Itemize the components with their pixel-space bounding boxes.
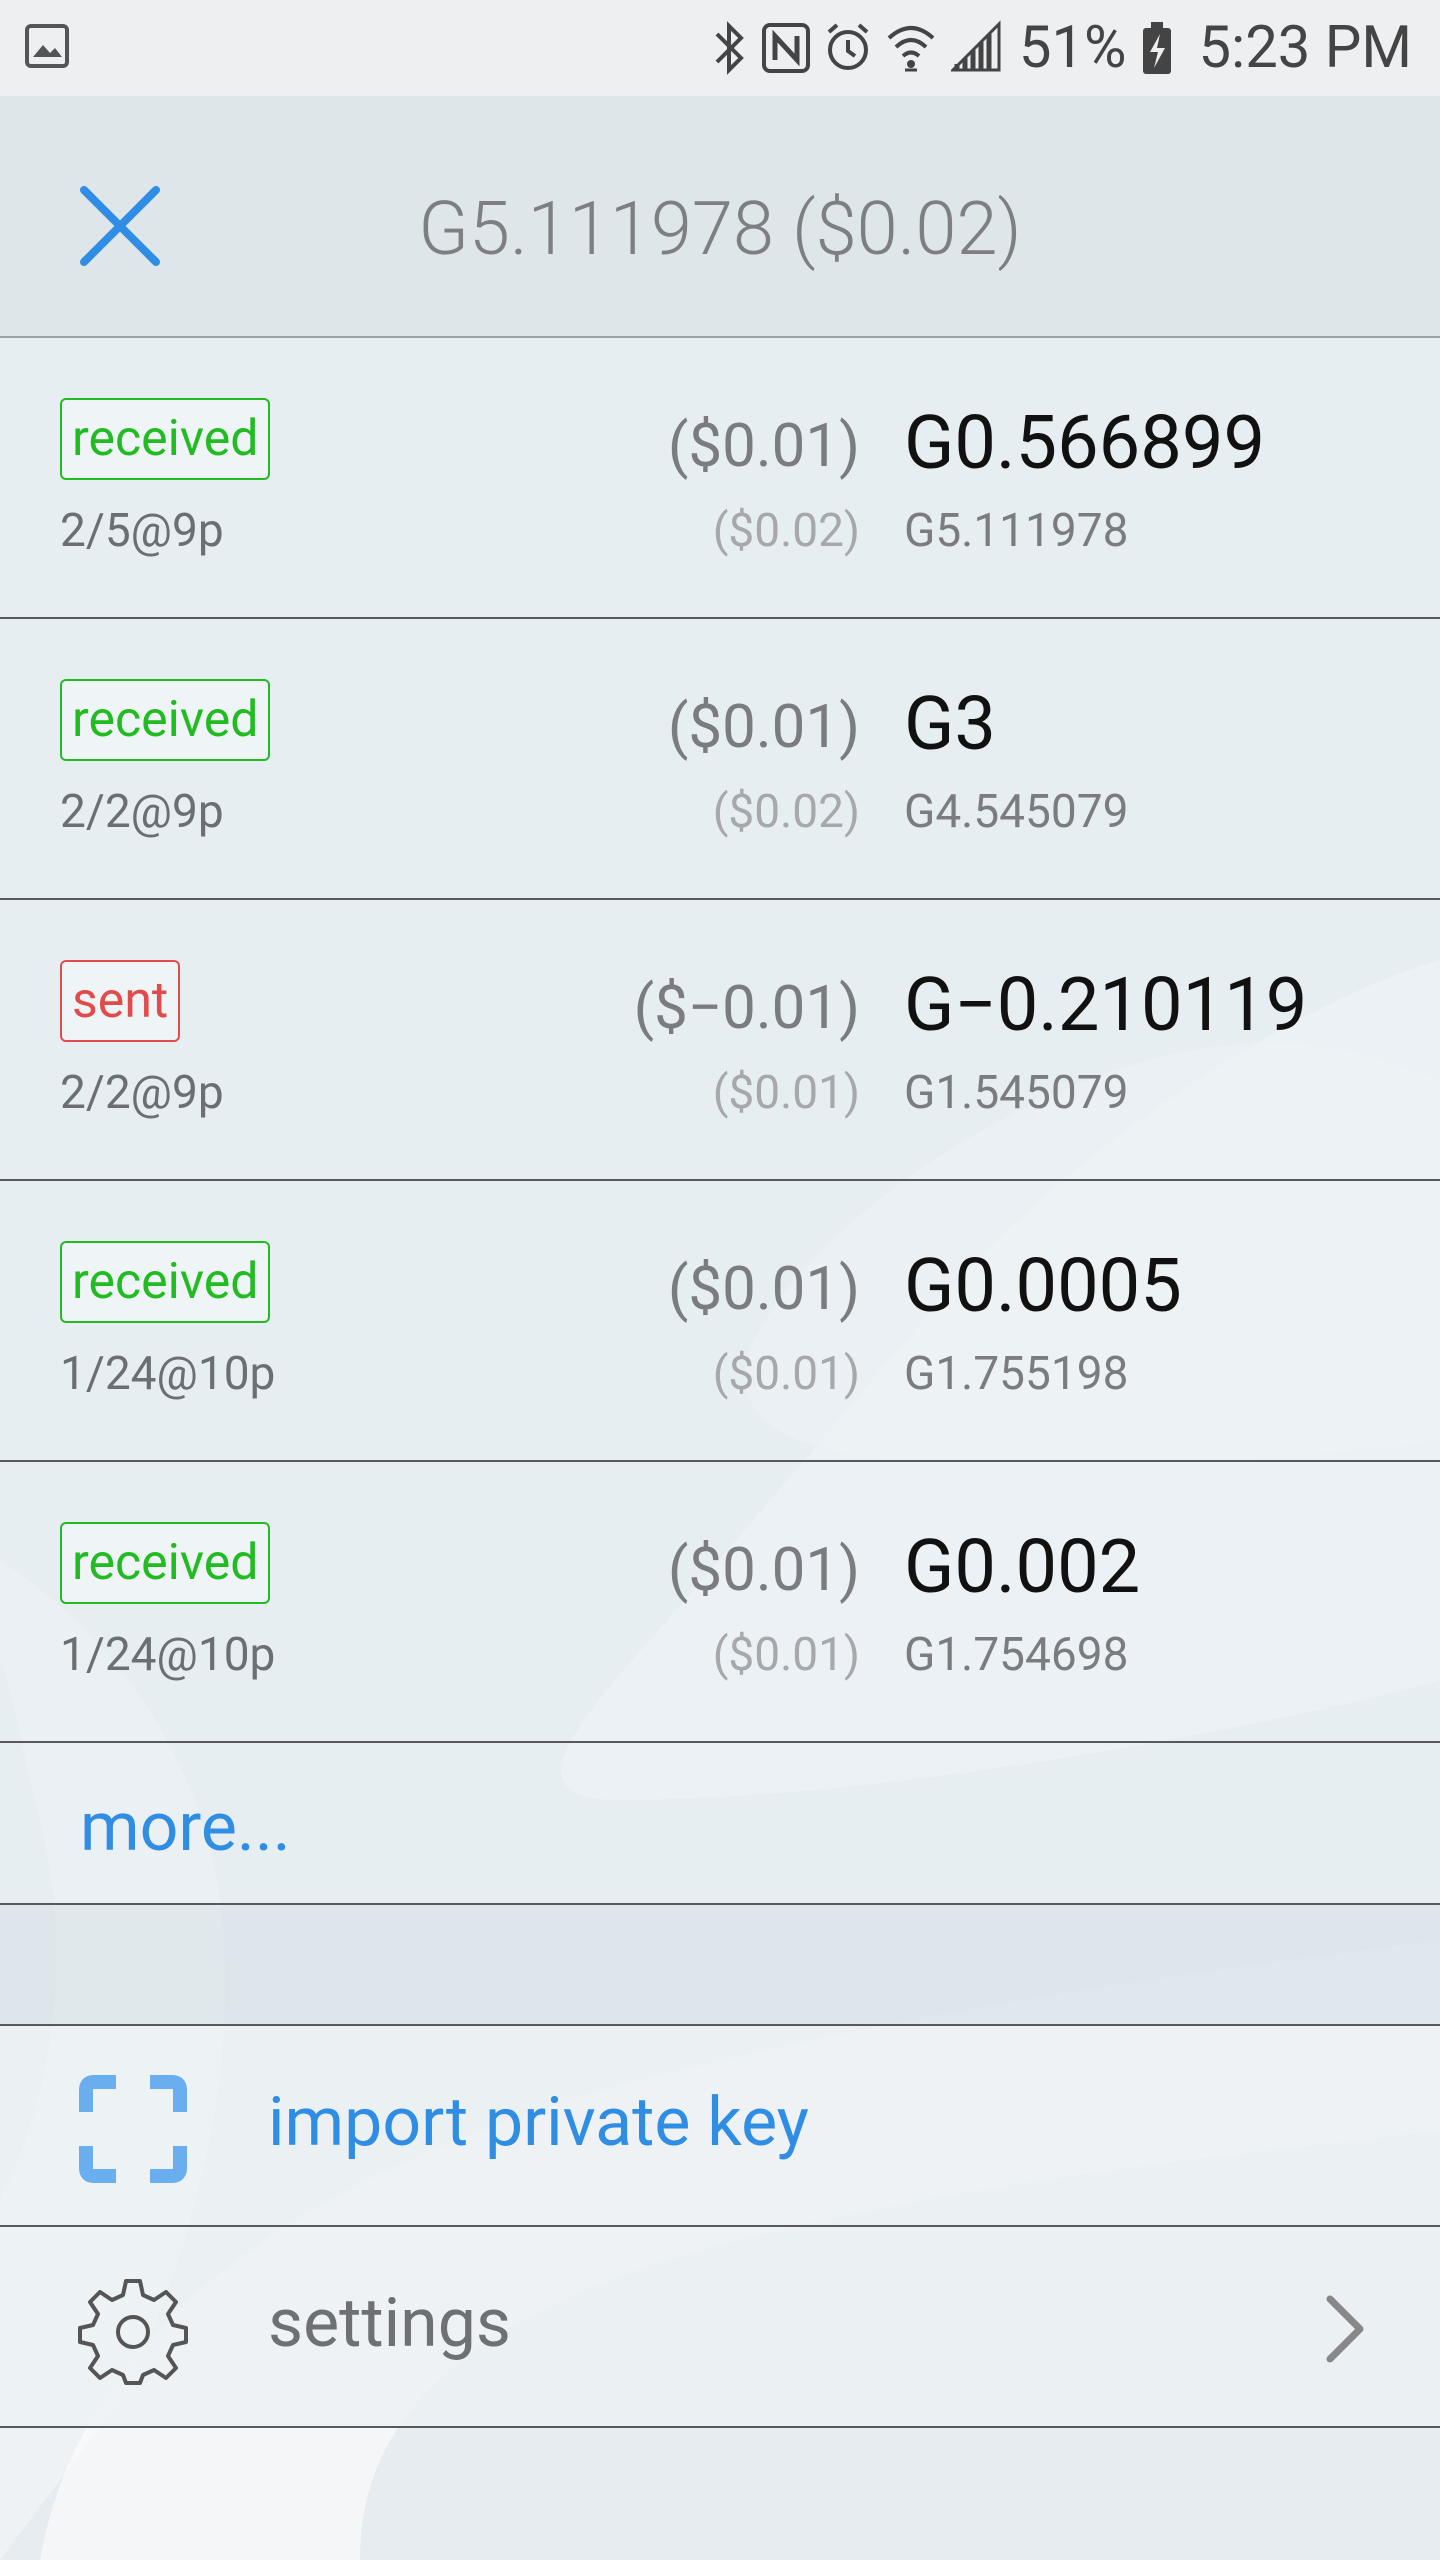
transaction-amount: G3	[904, 681, 996, 768]
status-badge: received	[60, 1522, 271, 1604]
status-badge: received	[60, 679, 271, 761]
transaction-row[interactable]: received 2/2@9p ($0.01) ($0.02) G3 G4.54…	[0, 619, 1440, 900]
bluetooth-icon	[711, 20, 747, 76]
more-link[interactable]: more...	[80, 1787, 291, 1867]
status-right: 51% 5:23 PM	[711, 14, 1412, 82]
clock: 5:23 PM	[1198, 14, 1412, 82]
import-private-key-button[interactable]: import private key	[0, 2026, 1440, 2227]
transaction-date: 2/2@9p	[60, 785, 224, 839]
wallet-header: G5.111978 ($0.02)	[0, 96, 1440, 338]
fiat-change: ($0.01)	[667, 1534, 860, 1605]
settings-label: settings	[268, 2283, 512, 2363]
running-balance: G1.545079	[904, 1066, 1129, 1120]
running-balance: G5.111978	[904, 504, 1129, 558]
transaction-amount: G0.0005	[904, 1243, 1182, 1330]
chevron-right-icon	[1326, 2295, 1364, 2363]
transaction-row[interactable]: received 1/24@10p ($0.01) ($0.01) G0.002…	[0, 1462, 1440, 1743]
transaction-date: 2/5@9p	[60, 504, 224, 558]
status-left	[24, 23, 70, 73]
more-row: more...	[0, 1743, 1440, 1905]
transaction-list: received 2/5@9p ($0.01) ($0.02) G0.56689…	[0, 338, 1440, 2428]
fiat-balance: ($0.01)	[712, 1628, 860, 1682]
fiat-change: ($0.01)	[667, 410, 860, 481]
scan-frame-icon	[79, 2075, 187, 2183]
transaction-date: 1/24@10p	[60, 1347, 276, 1401]
fiat-balance: ($0.02)	[712, 504, 860, 558]
battery-percent: 51%	[1018, 14, 1127, 82]
image-icon	[24, 23, 70, 73]
fiat-balance: ($0.02)	[712, 785, 860, 839]
wallet-balance-title: G5.111978 ($0.02)	[418, 186, 1022, 273]
gear-icon	[78, 2279, 188, 2385]
fiat-change: ($0.01)	[667, 691, 860, 762]
status-badge: received	[60, 398, 271, 480]
battery-charging-icon	[1141, 20, 1173, 76]
wifi-icon	[885, 20, 937, 76]
transaction-amount: G0.566899	[904, 400, 1266, 487]
running-balance: G4.545079	[904, 785, 1129, 839]
transaction-date: 1/24@10p	[60, 1628, 276, 1682]
fiat-balance: ($0.01)	[712, 1347, 860, 1401]
section-spacer	[0, 1905, 1440, 2026]
transaction-date: 2/2@9p	[60, 1066, 224, 1120]
nfc-icon	[761, 20, 811, 76]
transaction-amount: G0.002	[904, 1524, 1141, 1611]
status-bar: 51% 5:23 PM	[0, 0, 1440, 96]
import-private-key-label: import private key	[268, 2082, 809, 2162]
transaction-amount: G−0.210119	[904, 962, 1308, 1049]
signal-icon	[950, 20, 1001, 76]
status-badge: sent	[60, 960, 181, 1042]
fiat-change: ($−0.01)	[633, 972, 860, 1043]
status-badge: received	[60, 1241, 271, 1323]
running-balance: G1.755198	[904, 1347, 1129, 1401]
transaction-row[interactable]: sent 2/2@9p ($−0.01) ($0.01) G−0.210119 …	[0, 900, 1440, 1181]
running-balance: G1.754698	[904, 1628, 1129, 1682]
transaction-row[interactable]: received 1/24@10p ($0.01) ($0.01) G0.000…	[0, 1181, 1440, 1462]
fiat-balance: ($0.01)	[712, 1066, 860, 1120]
alarm-icon	[825, 20, 871, 76]
fiat-change: ($0.01)	[667, 1253, 860, 1324]
transaction-row[interactable]: received 2/5@9p ($0.01) ($0.02) G0.56689…	[0, 338, 1440, 619]
settings-button[interactable]: settings	[0, 2227, 1440, 2428]
